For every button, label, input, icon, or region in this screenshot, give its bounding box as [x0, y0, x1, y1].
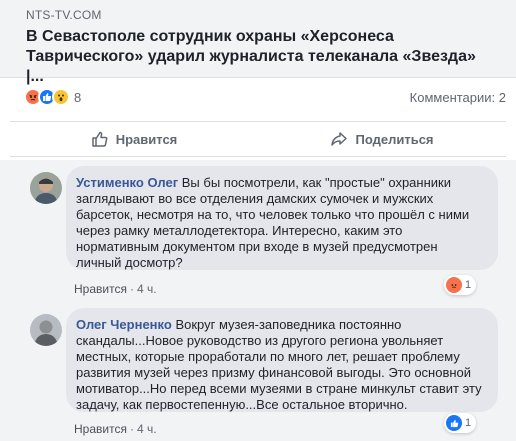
comment-like-link[interactable]: Нравится [74, 282, 127, 296]
comment-reaction-count: 1 [465, 417, 472, 429]
comment-like-link[interactable]: Нравится [74, 422, 127, 436]
separator-dot: · [129, 422, 134, 436]
comment-bubble: Олег Черненко Вокруг музея-заповедника п… [66, 308, 498, 412]
comment-time[interactable]: 4 ч. [137, 422, 157, 436]
like-button[interactable]: Нравится [10, 122, 258, 156]
comment-author[interactable]: Устименко Олег [76, 175, 178, 190]
share-button-label: Поделиться [355, 131, 434, 147]
link-headline[interactable]: В Севастополе сотрудник охраны «Херсонес… [26, 27, 490, 87]
reaction-summary[interactable]: 8 [24, 88, 81, 106]
comment: Олег Черненко Вокруг музея-заповедника п… [20, 308, 498, 438]
link-domain: NTS-TV.COM [26, 8, 102, 22]
comment-reaction-count: 1 [465, 279, 472, 291]
wow-icon [52, 88, 70, 106]
link-preview-card[interactable]: NTS-TV.COM В Севастополе сотрудник охран… [0, 0, 516, 85]
comment-time[interactable]: 4 ч. [137, 282, 157, 296]
like-button-label: Нравится [115, 131, 178, 147]
comment-bubble: Устименко Олег Вы бы посмотрели, как "пр… [66, 166, 498, 270]
comment-meta: Нравится · 4 ч. [74, 282, 157, 296]
share-button[interactable]: Поделиться [258, 122, 506, 156]
avatar[interactable] [30, 314, 62, 346]
comment: Устименко Олег Вы бы посмотрели, как "пр… [20, 166, 498, 302]
reaction-count: 8 [74, 89, 82, 105]
thumbs-up-icon [91, 131, 108, 147]
comment-reactions[interactable]: 1 [444, 413, 477, 433]
comment-reactions[interactable]: 1 [444, 275, 477, 295]
comments-section: Устименко Олег Вы бы посмотрели, как "пр… [0, 160, 516, 441]
angry-icon [446, 277, 462, 293]
post-stats: 8 Комментарии: 2 [0, 84, 516, 110]
comment-author[interactable]: Олег Черненко [76, 317, 172, 332]
share-arrow-icon [331, 132, 348, 146]
comment-meta: Нравится · 4 ч. [74, 422, 157, 436]
like-icon [446, 415, 462, 431]
avatar[interactable] [30, 172, 62, 204]
separator-dot: · [129, 282, 134, 296]
comments-count-link[interactable]: Комментарии: 2 [410, 90, 506, 105]
post-actions: Нравится Поделиться [10, 121, 506, 157]
